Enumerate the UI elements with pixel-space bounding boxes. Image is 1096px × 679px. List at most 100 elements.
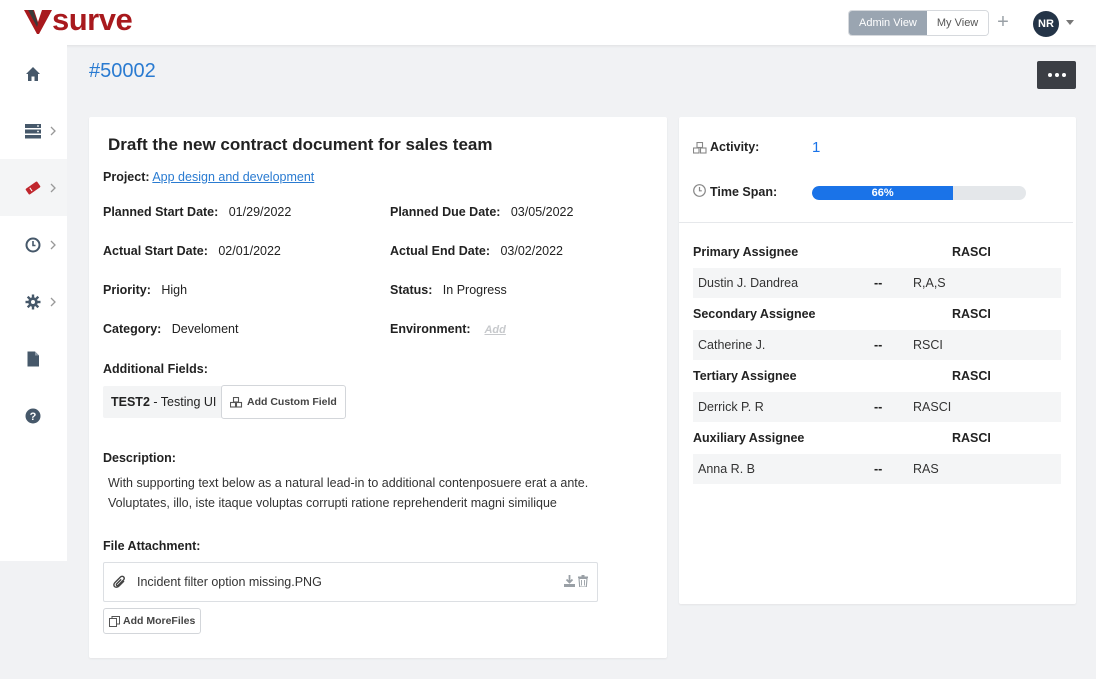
planned-start-label: Planned Start Date:	[103, 205, 219, 219]
chevron-right-icon	[50, 240, 56, 250]
my-view-button[interactable]: My View	[926, 11, 989, 35]
project-row: Project: App design and development	[103, 170, 314, 184]
assignee-row: Catherine J. -- RSCI	[693, 330, 1061, 360]
dot-icon	[1047, 73, 1052, 77]
sidebar-item-settings[interactable]	[0, 273, 67, 330]
sidebar-item-history[interactable]	[0, 216, 67, 273]
trash-icon[interactable]	[578, 575, 588, 587]
file-name: Incident filter option missing.PNG	[137, 575, 322, 589]
chevron-down-icon[interactable]	[1066, 20, 1074, 25]
assignee-separator: --	[874, 462, 883, 476]
assignee-role: RAS	[913, 462, 939, 476]
chevron-right-icon	[50, 183, 56, 193]
assignee-role: RASCI	[913, 400, 952, 414]
planned-due-label: Planned Due Date:	[390, 205, 501, 219]
help-icon: ?	[25, 408, 41, 424]
document-icon	[27, 351, 39, 367]
ticket-details-card: Draft the new contract document for sale…	[89, 117, 667, 658]
svg-text:?: ?	[30, 411, 37, 423]
assignee-separator: --	[874, 276, 883, 290]
priority-value: High	[161, 283, 188, 297]
environment-label: Environment:	[390, 322, 471, 336]
chevron-right-icon	[50, 126, 56, 136]
sidebar-item-help[interactable]: ?	[0, 387, 67, 444]
tertiary-assignee-heading: Tertiary Assignee	[693, 369, 797, 383]
download-icon[interactable]	[564, 575, 575, 587]
add-more-files-label: Add MoreFiles	[123, 615, 196, 627]
gear-icon	[25, 294, 41, 310]
priority-label: Priority:	[103, 283, 151, 297]
ticket-icon	[25, 181, 41, 195]
rasci-heading: RASCI	[952, 431, 991, 445]
custom-field-chip: TEST2 - Testing UI	[103, 386, 225, 418]
sidebar-item-servers[interactable]	[0, 102, 67, 159]
custom-field-name: TEST2	[111, 395, 150, 409]
logo[interactable]: surve	[24, 2, 133, 37]
activity-label: Activity:	[710, 140, 760, 154]
file-attachment-label: File Attachment:	[103, 539, 201, 553]
server-icon	[25, 124, 41, 139]
assignee-name: Dustin J. Dandrea	[698, 276, 799, 290]
category-label: Category:	[103, 322, 162, 336]
assignee-row: Dustin J. Dandrea -- R,A,S	[693, 268, 1061, 298]
assignee-role: RSCI	[913, 338, 943, 352]
sidebar-item-documents[interactable]	[0, 330, 67, 387]
copy-icon	[109, 615, 120, 627]
divider	[679, 222, 1073, 223]
add-more-files-button[interactable]: Add MoreFiles	[103, 608, 202, 634]
actual-start-label: Actual Start Date:	[103, 244, 208, 258]
actual-end-row: Actual End Date: 03/02/2022	[390, 244, 563, 258]
category-value: Develoment	[171, 322, 239, 336]
category-row: Category: Develoment	[103, 322, 238, 336]
custom-field-value: - Testing UI	[153, 395, 217, 409]
task-title: Draft the new contract document for sale…	[108, 135, 493, 154]
dot-icon	[1054, 73, 1059, 77]
planned-start-value: 01/29/2022	[228, 205, 292, 219]
status-value: In Progress	[442, 283, 507, 297]
timespan-progress: 66%	[812, 186, 1026, 200]
avatar[interactable]: NR	[1033, 11, 1059, 37]
priority-row: Priority: High	[103, 283, 187, 297]
assignee-name: Anna R. B	[698, 462, 755, 476]
environment-row: Environment: Add	[390, 322, 506, 336]
add-custom-field-label: Add Custom Field	[247, 396, 337, 408]
actual-end-value: 03/02/2022	[500, 244, 563, 258]
planned-due-row: Planned Due Date: 03/05/2022	[390, 205, 573, 219]
dot-icon	[1061, 73, 1066, 77]
sidebar-item-home[interactable]	[0, 45, 67, 102]
secondary-assignee-heading: Secondary Assignee	[693, 307, 816, 321]
view-toggle: Admin View My View	[848, 10, 990, 36]
add-custom-field-button[interactable]: Add Custom Field	[221, 385, 346, 419]
admin-view-button[interactable]: Admin View	[849, 11, 927, 35]
sidebar: ?	[0, 45, 67, 561]
actual-end-label: Actual End Date:	[390, 244, 491, 258]
environment-add-link[interactable]: Add	[484, 324, 505, 336]
assignee-row: Derrick P. R -- RASCI	[693, 392, 1061, 422]
chevron-right-icon	[50, 297, 56, 307]
cubes-icon	[230, 396, 243, 408]
file-attachment-item: Incident filter option missing.PNG	[103, 562, 598, 602]
assignee-role: R,A,S	[913, 276, 946, 290]
logo-mark-icon	[24, 10, 52, 34]
description-text: With supporting text below as a natural …	[108, 476, 589, 510]
sidebar-item-tickets[interactable]	[0, 159, 67, 216]
status-label: Status:	[390, 283, 433, 297]
project-label: Project:	[103, 170, 150, 184]
activity-count: 1	[812, 139, 821, 156]
logo-text: surve	[52, 2, 133, 37]
auxiliary-assignee-heading: Auxiliary Assignee	[693, 431, 805, 445]
paperclip-icon	[113, 575, 125, 588]
primary-assignee-heading: Primary Assignee	[693, 245, 799, 259]
summary-card: Activity: 1 Time Span: 66% Primary Assig…	[679, 117, 1076, 604]
assignee-row: Anna R. B -- RAS	[693, 454, 1061, 484]
project-link[interactable]: App design and development	[152, 170, 314, 184]
ticket-id: #50002	[89, 60, 156, 82]
more-options-button[interactable]	[1037, 61, 1076, 89]
plus-icon[interactable]: +	[995, 12, 1011, 32]
assignee-separator: --	[874, 400, 883, 414]
rasci-heading: RASCI	[952, 307, 991, 321]
timespan-label: Time Span:	[710, 185, 778, 199]
planned-start-row: Planned Start Date: 01/29/2022	[103, 205, 291, 219]
description-label: Description:	[103, 451, 176, 465]
status-row: Status: In Progress	[390, 283, 507, 297]
